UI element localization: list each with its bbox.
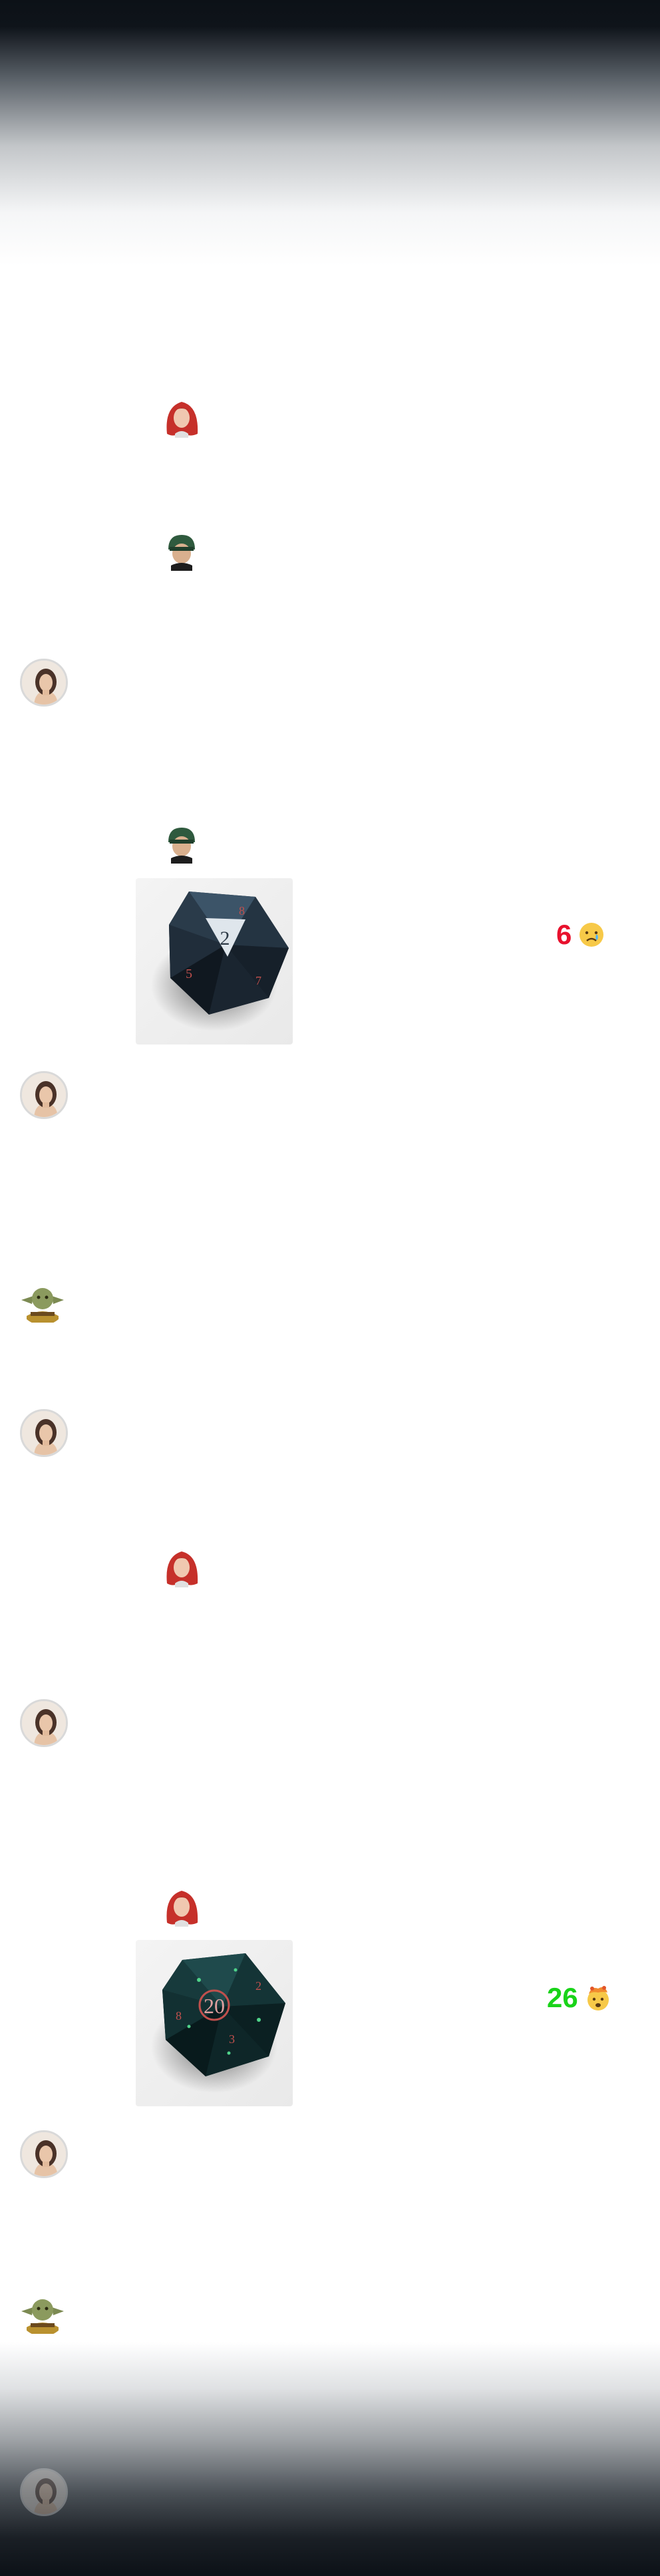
crying-face-icon: [578, 921, 605, 948]
bottom-fade-overlay: [0, 2342, 660, 2576]
goblin-portrait-icon: [21, 2299, 64, 2334]
red-hair-portrait-icon: [166, 1551, 198, 1587]
svg-text:7: 7: [255, 974, 261, 987]
roll-result: 26: [547, 1984, 611, 2012]
red-hair-portrait-icon: [166, 1891, 198, 1927]
green-helmet-portrait-icon: [168, 828, 195, 864]
avatar-player-woman[interactable]: [20, 1699, 68, 1747]
roll-result-value: 26: [547, 1982, 578, 2013]
avatar-player-woman[interactable]: [20, 93, 68, 141]
avatar-green-helmet-character[interactable]: [158, 820, 206, 868]
woman-portrait-icon: [22, 1411, 66, 1455]
svg-text:5: 5: [186, 967, 192, 981]
avatar-player-woman[interactable]: [20, 2130, 68, 2178]
svg-text:8: 8: [176, 2009, 182, 2022]
avatar-red-hair-character[interactable]: [158, 394, 206, 442]
dice-roll-card: 20 8 2 3: [136, 1940, 293, 2106]
roll-result-value: 6: [556, 919, 572, 950]
avatar-goblin-character[interactable]: [19, 1277, 67, 1325]
roll-result: 6: [556, 921, 605, 949]
avatar-player-woman[interactable]: [20, 1409, 68, 1457]
woman-portrait-icon: [22, 1701, 66, 1745]
avatar-green-helmet-character[interactable]: [158, 527, 206, 575]
woman-portrait-icon: [22, 2132, 66, 2176]
chat-feed: 2 5 7 8 6 20 8 2 3 26: [0, 0, 660, 2576]
svg-text:8: 8: [239, 904, 245, 917]
dice-face-value: 2: [220, 927, 230, 949]
exploding-head-icon: [585, 1985, 611, 2011]
woman-portrait-icon: [22, 661, 66, 705]
woman-portrait-icon: [22, 95, 66, 139]
woman-portrait-icon: [22, 2470, 66, 2514]
d20-dice-icon: 20 8 2 3: [151, 1953, 285, 2093]
avatar-player-woman[interactable]: [20, 659, 68, 707]
d20-dice-icon: 2 5 7 8: [151, 891, 289, 1031]
avatar-goblin-character[interactable]: [19, 2289, 67, 2336]
avatar-player-woman[interactable]: [20, 1071, 68, 1119]
green-helmet-portrait-icon: [168, 535, 195, 571]
red-hair-portrait-icon: [166, 402, 198, 438]
avatar-red-hair-character[interactable]: [158, 1543, 206, 1591]
goblin-portrait-icon: [21, 1288, 64, 1323]
top-fade-overlay: [0, 0, 660, 266]
dice-face-value: 20: [204, 1994, 225, 2018]
avatar-red-hair-character[interactable]: [158, 1883, 206, 1931]
svg-text:3: 3: [229, 2032, 235, 2046]
svg-text:2: 2: [255, 1979, 261, 1993]
avatar-player-woman[interactable]: [20, 2468, 68, 2516]
dice-roll-card: 2 5 7 8: [136, 878, 293, 1045]
woman-portrait-icon: [22, 1073, 66, 1117]
